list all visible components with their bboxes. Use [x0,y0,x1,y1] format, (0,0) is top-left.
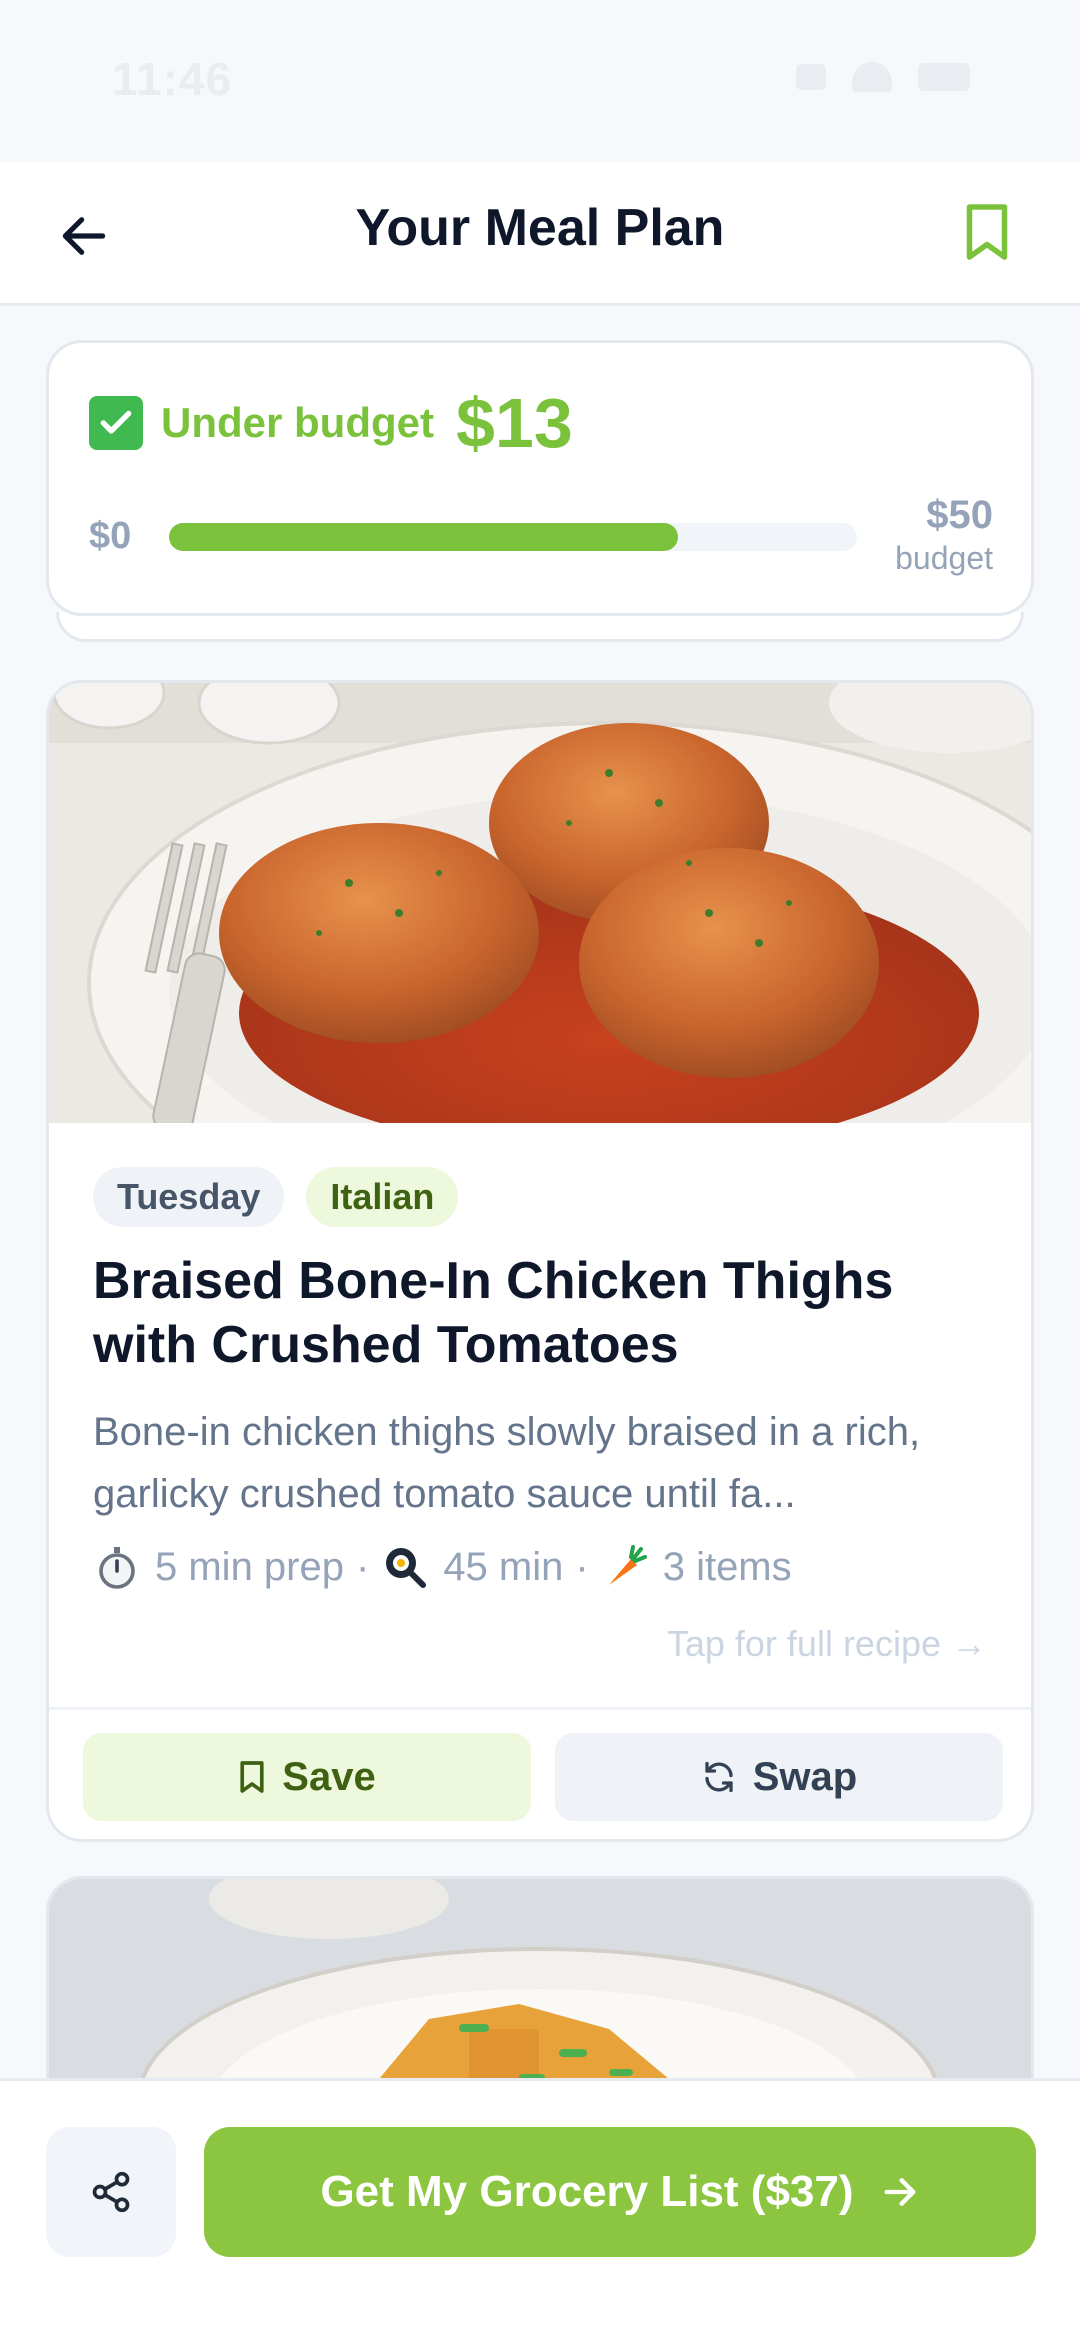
meal-tags: Tuesday Italian [93,1167,459,1227]
item-count: 3 items [662,1544,792,1589]
bookmark-button[interactable] [962,202,1018,266]
meal-meta: 5 min prep · 45 min · 3 items [93,1543,792,1591]
budget-range-min: $0 [89,515,132,557]
budget-max-label: budget [895,540,993,576]
meal-description: Bone-in chicken thighs slowly braised in… [93,1410,921,1516]
budget-card: Under budget $13 $0 $50 budget [46,340,1034,616]
carrot-icon [608,1545,647,1585]
budget-progress-bar [169,523,857,551]
meal-title: Braised Bone-In Chicken Thighs with Crus… [93,1252,894,1374]
grocery-button-label: Get My Grocery List ($37) [320,2167,854,2216]
day-tag: Tuesday [93,1167,285,1227]
cook-time: 45 min [443,1544,564,1589]
share-icon [92,2171,130,2213]
save-label: Save [282,1754,376,1799]
bottom-action-bar: Get My Grocery List ($37) [0,2078,1080,2341]
grocery-list-button[interactable]: Get My Grocery List ($37) [204,2127,1036,2257]
budget-range-max: $50 budget [895,493,993,577]
budget-progress-fill [169,523,679,551]
arrow-right-icon [884,2178,916,2206]
meta-separator: · [355,1544,370,1589]
stopwatch-icon [99,1547,135,1589]
signal-icon [796,64,826,90]
battery-icon [918,63,970,91]
card-divider [49,1707,1031,1710]
share-button[interactable] [46,2127,176,2257]
budget-max-value: $50 [926,493,993,537]
status-time: 11:46 [112,53,233,105]
page-title: Your Meal Plan [355,199,725,257]
check-icon [89,396,143,450]
swap-label: Swap [752,1754,858,1799]
full-recipe-link[interactable]: Tap for full recipe → [667,1623,987,1665]
app-header: Your Meal Plan [0,162,1080,306]
meal-photo [49,683,1031,1123]
swap-button[interactable]: Swap [555,1733,1003,1821]
budget-amount: $13 [455,384,573,462]
bookmark-icon [240,1761,264,1793]
frying-pan-icon [386,1548,427,1588]
cuisine-tag: Italian [306,1167,459,1227]
bookmark-icon [966,204,1008,260]
budget-card-stack [56,612,1024,642]
status-icons [796,62,970,92]
meta-separator: · [575,1544,589,1589]
meal-card[interactable]: Tuesday Italian Braised Bone-In Chicken … [46,680,1034,1842]
prep-time: 5 min prep [155,1544,344,1589]
status-bar: 11:46 [0,0,1080,162]
refresh-icon [705,1761,733,1793]
wifi-icon [852,62,892,92]
budget-status: Under budget [161,399,434,446]
save-button[interactable]: Save [83,1733,531,1821]
